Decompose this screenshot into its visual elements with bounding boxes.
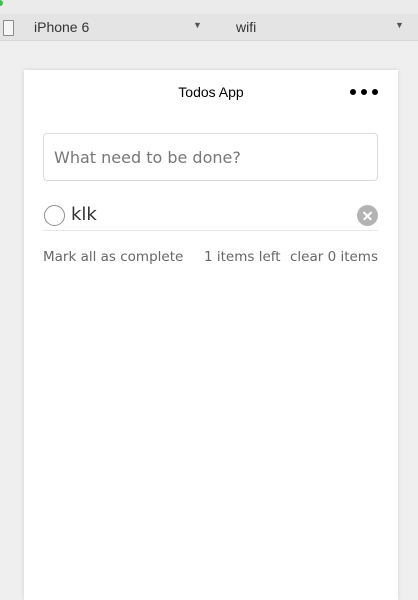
device-select[interactable]: iPhone 6 bbox=[34, 19, 89, 35]
items-left-count: 1 items left bbox=[204, 249, 281, 265]
mark-all-complete-button[interactable]: Mark all as complete bbox=[43, 249, 183, 265]
network-select[interactable]: wifi bbox=[236, 19, 256, 35]
todo-text[interactable]: klk bbox=[71, 204, 97, 225]
navigation-bar: Todos App bbox=[24, 70, 398, 115]
device-icon bbox=[3, 20, 14, 36]
top-strip bbox=[0, 0, 418, 14]
status-indicator bbox=[0, 0, 3, 6]
delete-icon[interactable] bbox=[357, 205, 378, 226]
new-todo-input[interactable] bbox=[43, 133, 378, 181]
simulator-toolbar: iPhone 6 ▼ wifi ▼ bbox=[0, 14, 418, 41]
dot bbox=[350, 89, 356, 95]
more-dots-icon[interactable] bbox=[350, 89, 378, 97]
chevron-down-icon[interactable]: ▼ bbox=[193, 20, 202, 30]
chevron-down-icon[interactable]: ▼ bbox=[395, 20, 404, 30]
complete-toggle-icon[interactable] bbox=[44, 205, 65, 226]
dot bbox=[372, 89, 378, 95]
clear-completed-button[interactable]: clear 0 items bbox=[290, 249, 378, 265]
todo-item: klk bbox=[43, 200, 378, 231]
page-title: Todos App bbox=[178, 84, 244, 100]
phone-screen: Todos App klk Mark all as complete 1 ite… bbox=[24, 70, 398, 600]
dot bbox=[361, 89, 367, 95]
